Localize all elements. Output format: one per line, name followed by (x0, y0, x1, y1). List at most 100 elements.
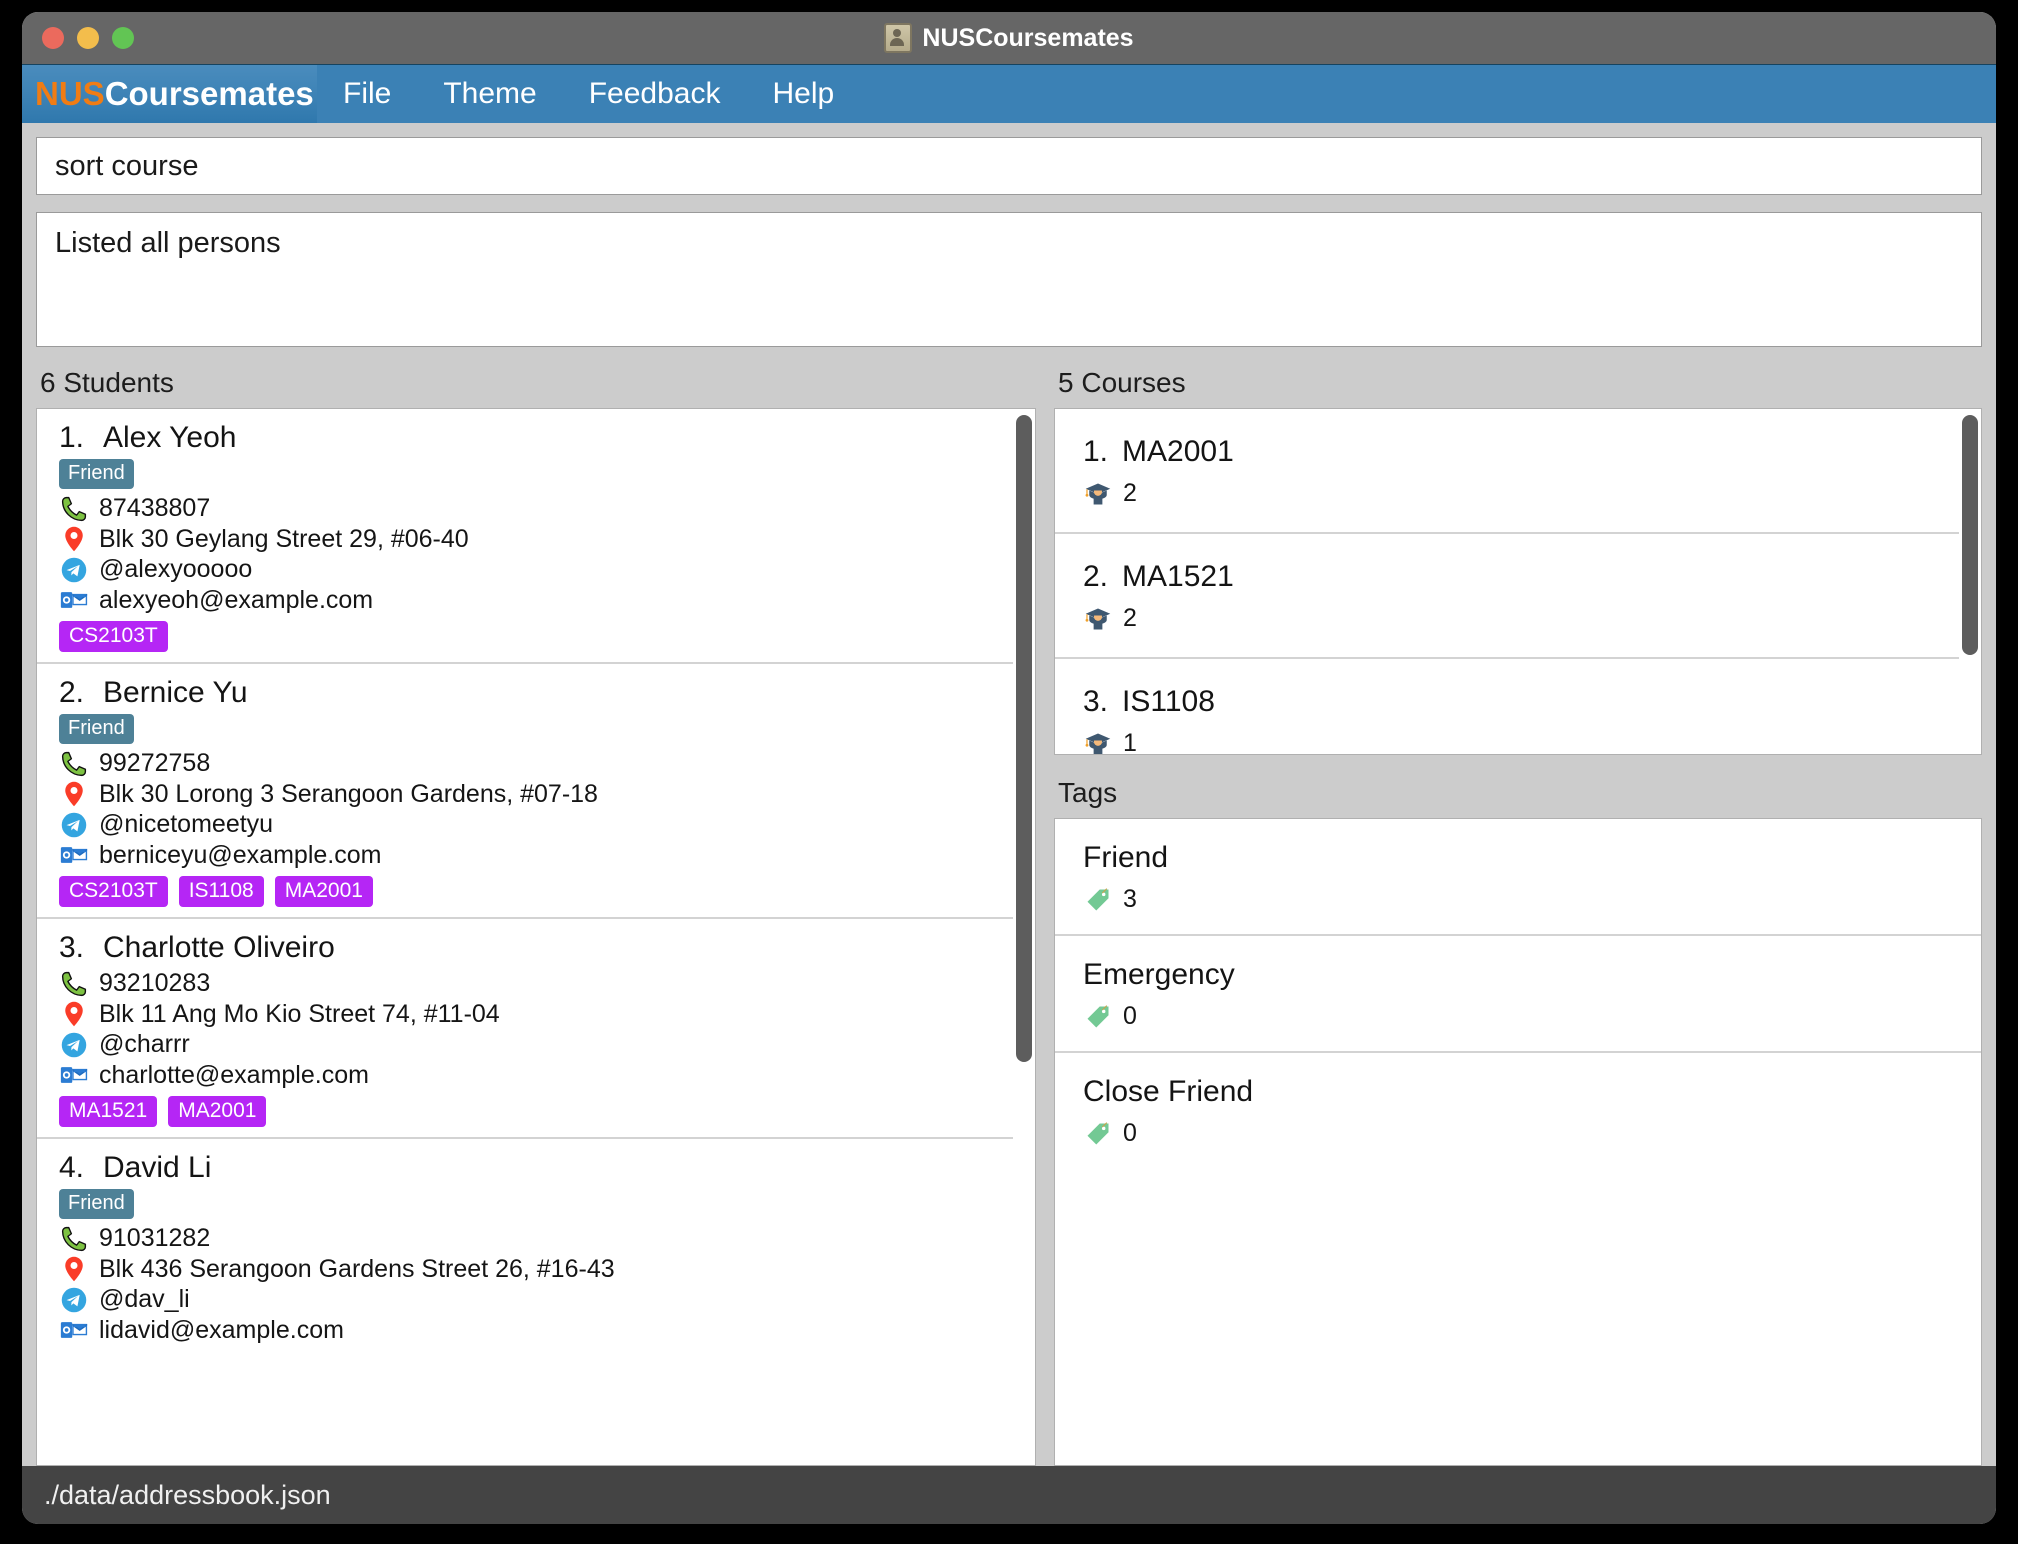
tag-title-row: Emergency (1083, 958, 1981, 992)
person-index: 1. (59, 421, 85, 454)
courses-scrollbar[interactable] (1959, 409, 1981, 754)
person-email: berniceyu@example.com (99, 840, 382, 869)
students-scrollbar[interactable] (1013, 409, 1035, 1465)
person-address-row: Blk 30 Geylang Street 29, #06-40 (59, 525, 1013, 555)
course-chip: CS2103T (59, 876, 168, 907)
window-title-group: NUSCoursemates (884, 23, 1134, 53)
person-phone: 91031282 (99, 1224, 211, 1252)
telegram-icon (59, 1031, 89, 1059)
tag-name: Close Friend (1083, 1075, 1254, 1108)
command-input[interactable]: sort course (36, 137, 1982, 195)
course-chip: MA2001 (168, 1096, 267, 1127)
graduate-icon (1083, 605, 1113, 633)
person-address: Blk 436 Serangoon Gardens Street 26, #16… (99, 1254, 615, 1283)
person-index: 4. (59, 1151, 85, 1184)
person-phone: 99272758 (99, 749, 211, 777)
menu-item-help[interactable]: Help (746, 73, 860, 115)
person-card[interactable]: 4. David Li Friend 91031282 Blk 436 Serangoo… (37, 1139, 1013, 1356)
window-controls[interactable] (42, 12, 134, 64)
person-index: 2. (59, 676, 85, 709)
tag-count: 3 (1123, 885, 1137, 913)
person-card[interactable]: 3. Charlotte Oliveiro 93210283 Blk 11 Ang M… (37, 919, 1013, 1139)
person-name: Alex Yeoh (103, 421, 237, 454)
email-icon (59, 1061, 89, 1089)
tags-list: Friend 3 Emergency 0 Close Friend 0 (1055, 819, 1981, 1465)
logo-suffix: Coursemates (104, 75, 314, 112)
students-scrollbar-thumb[interactable] (1016, 415, 1032, 1063)
person-telegram-row: @charrr (59, 1030, 1013, 1060)
tag-title-row: Close Friend (1083, 1075, 1981, 1109)
app-window: NUSCoursemates NUS Coursemates File Theme… (22, 12, 1996, 1524)
person-phone-row: 93210283 (59, 969, 1013, 999)
person-telegram: @alexyooooo (99, 555, 253, 583)
person-courses-row: MA1521 MA2001 (59, 1096, 1013, 1127)
tag-title-row: Friend (1083, 841, 1981, 875)
graduate-icon (1083, 480, 1113, 508)
maximize-button[interactable] (112, 27, 134, 49)
person-telegram: @nicetomeetyu (99, 810, 274, 838)
person-tag-badge: Friend (59, 1189, 134, 1219)
course-chip: MA1521 (59, 1096, 158, 1127)
location-pin-icon (59, 1000, 89, 1028)
graduate-icon (1083, 730, 1113, 754)
person-phone: 87438807 (99, 494, 211, 522)
person-index: 3. (59, 931, 85, 964)
person-email: charlotte@example.com (99, 1060, 369, 1089)
app-body: sort course Listed all persons 6 Student… (22, 123, 1996, 1466)
course-student-count-row: 1 (1083, 729, 1959, 754)
person-tag-badge: Friend (59, 459, 134, 489)
person-card[interactable]: 1. Alex Yeoh Friend 87438807 Blk 30 Geylang … (37, 409, 1013, 664)
person-phone-row: 87438807 (59, 494, 1013, 524)
course-card[interactable]: 1. MA2001 2 (1055, 409, 1959, 534)
students-list-frame: 1. Alex Yeoh Friend 87438807 Blk 30 Geylang … (36, 408, 1036, 1466)
window-title: NUSCoursemates (922, 23, 1134, 52)
person-phone-row: 91031282 (59, 1224, 1013, 1254)
close-button[interactable] (42, 27, 64, 49)
course-student-count: 2 (1123, 604, 1137, 632)
courses-scrollbar-thumb[interactable] (1962, 415, 1978, 655)
tag-card[interactable]: Emergency 0 (1055, 936, 1981, 1053)
courses-list: 1. MA2001 2 2. MA1521 2 3. IS1108 1 (1055, 409, 1959, 754)
email-icon (59, 1316, 89, 1344)
person-email-row: alexyeoh@example.com (59, 586, 1013, 616)
person-card[interactable]: 2. Bernice Yu Friend 99272758 Blk 30 Lorong … (37, 664, 1013, 919)
telegram-icon (59, 1286, 89, 1314)
tag-card[interactable]: Close Friend 0 (1055, 1053, 1981, 1168)
course-code: MA1521 (1122, 560, 1234, 593)
person-name-row: 4. David Li (59, 1151, 1013, 1185)
minimize-button[interactable] (77, 27, 99, 49)
location-pin-icon (59, 1255, 89, 1283)
tag-name: Friend (1083, 841, 1169, 874)
person-name: Charlotte Oliveiro (103, 931, 335, 964)
menu-item-theme[interactable]: Theme (417, 73, 562, 115)
tag-icon (1083, 1003, 1113, 1031)
person-email-row: lidavid@example.com (59, 1316, 1013, 1346)
tag-count-row: 0 (1083, 1002, 1981, 1031)
tag-count: 0 (1123, 1002, 1137, 1030)
email-icon (59, 841, 89, 869)
person-email: alexyeoh@example.com (99, 585, 374, 614)
person-name: Bernice Yu (103, 676, 248, 709)
menu-item-file[interactable]: File (317, 73, 417, 115)
course-card[interactable]: 3. IS1108 1 (1055, 659, 1959, 754)
person-address: Blk 30 Geylang Street 29, #06-40 (99, 524, 469, 553)
location-pin-icon (59, 525, 89, 553)
course-student-count: 2 (1123, 479, 1137, 507)
menu-item-feedback[interactable]: Feedback (563, 73, 747, 115)
app-logo: NUS Coursemates (22, 65, 317, 123)
person-telegram-row: @alexyooooo (59, 555, 1013, 585)
courses-list-frame: 1. MA2001 2 2. MA1521 2 3. IS1108 1 (1054, 408, 1982, 755)
course-card[interactable]: 2. MA1521 2 (1055, 534, 1959, 659)
person-name-row: 3. Charlotte Oliveiro (59, 931, 1013, 965)
telegram-icon (59, 556, 89, 584)
person-telegram-row: @dav_li (59, 1285, 1013, 1315)
logo-prefix: NUS (35, 75, 105, 112)
tag-card[interactable]: Friend 3 (1055, 819, 1981, 936)
person-address: Blk 11 Ang Mo Kio Street 74, #11-04 (99, 999, 500, 1028)
course-code: MA2001 (1122, 435, 1234, 468)
status-bar: ./data/addressbook.json (22, 1466, 1996, 1524)
title-bar: NUSCoursemates (22, 12, 1996, 64)
course-chip: CS2103T (59, 621, 168, 652)
person-address-row: Blk 30 Lorong 3 Serangoon Gardens, #07-1… (59, 780, 1013, 810)
course-student-count: 1 (1123, 729, 1137, 754)
